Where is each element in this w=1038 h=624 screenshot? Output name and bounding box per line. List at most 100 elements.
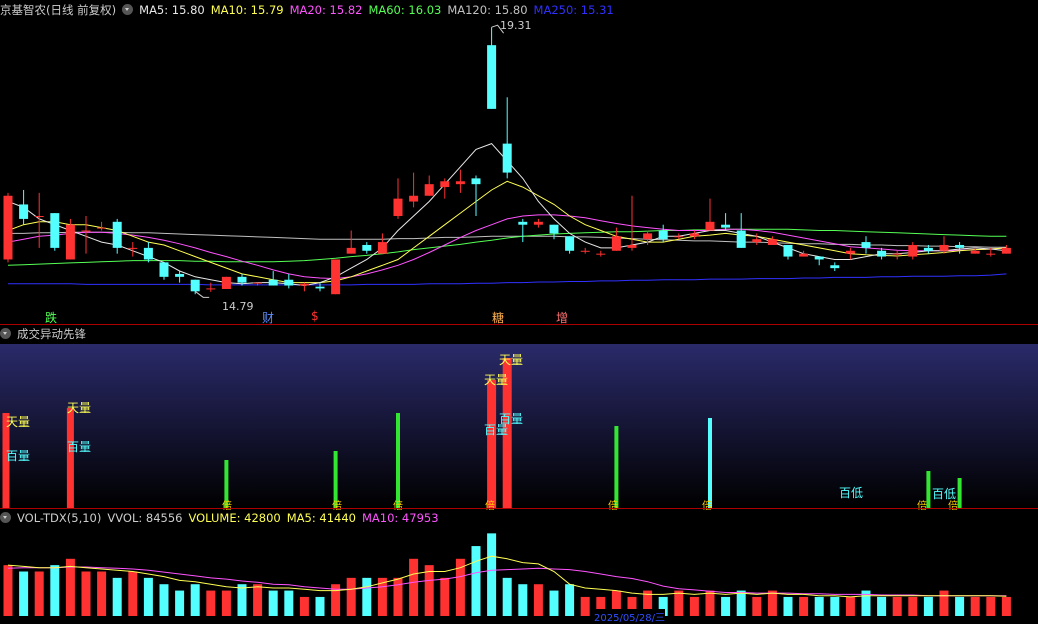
volume-bar bbox=[783, 596, 793, 616]
volume-bar bbox=[346, 577, 356, 616]
indicator-panel[interactable]: 成交异动先锋 天量 百量 天量 百量 天量 天量 百量 百量 百低 百低 倍 倍… bbox=[0, 325, 1038, 512]
volume-bar bbox=[689, 596, 699, 616]
low-price-label: 14.79 bbox=[222, 300, 254, 313]
candle-body-up bbox=[299, 283, 309, 286]
price-title: 京基智农(日线 前复权) bbox=[0, 3, 117, 17]
tian-label: 天量 bbox=[499, 353, 524, 367]
candle-body-up bbox=[611, 236, 621, 251]
volume-bar bbox=[877, 596, 887, 616]
volume-bar bbox=[830, 596, 840, 616]
vvol-value: VVOL: 84556 bbox=[107, 511, 183, 525]
candle-body-up bbox=[627, 244, 637, 248]
volume-bar bbox=[268, 590, 278, 616]
volume-bar bbox=[533, 584, 543, 616]
candle-body-down bbox=[502, 143, 512, 173]
price-panel[interactable]: 京基智农(日线 前复权) MA5: 15.80 MA10: 15.79 MA20: 1… bbox=[0, 0, 1038, 325]
volume-bar bbox=[97, 571, 107, 616]
volume-bar bbox=[237, 584, 247, 616]
dropdown-icon[interactable] bbox=[0, 512, 11, 523]
volume-bar bbox=[190, 584, 200, 616]
volume-bar bbox=[471, 546, 481, 616]
volume-bar bbox=[362, 577, 372, 616]
candle-body-up bbox=[799, 253, 809, 257]
signal-bar bbox=[926, 471, 931, 508]
tian-label: 天量 bbox=[484, 373, 509, 387]
signal-bar bbox=[66, 408, 74, 508]
dropdown-icon[interactable] bbox=[122, 4, 134, 15]
candle-body-up bbox=[845, 250, 855, 254]
ma10-value: MA10: 15.79 bbox=[210, 3, 284, 17]
candle-body-up bbox=[128, 247, 138, 249]
candle-body-down bbox=[112, 221, 122, 248]
volume-bar bbox=[892, 596, 902, 616]
candle-body-down bbox=[565, 236, 575, 251]
volume-bar bbox=[81, 571, 91, 616]
bai-label: 百量 bbox=[6, 449, 31, 463]
volume-bar bbox=[19, 571, 29, 616]
volume-bar bbox=[845, 596, 855, 616]
candle-body-up bbox=[892, 253, 902, 255]
candlestick-chart[interactable] bbox=[0, 0, 1038, 324]
volume-bar bbox=[159, 584, 169, 616]
tian-label: 天量 bbox=[6, 415, 31, 429]
candle-body-up bbox=[674, 236, 684, 238]
volume-bar bbox=[253, 584, 263, 616]
candle-body-up bbox=[424, 184, 434, 196]
volume-bar bbox=[112, 577, 122, 616]
candle-body-down bbox=[315, 286, 325, 289]
volume-bar bbox=[409, 558, 419, 616]
candle-body-up bbox=[970, 250, 980, 254]
candle-body-up bbox=[596, 253, 606, 255]
dropdown-icon[interactable] bbox=[0, 328, 11, 339]
volume-bar bbox=[767, 590, 777, 616]
candle-body-down bbox=[487, 45, 497, 109]
candle-body-down bbox=[814, 256, 824, 260]
candle-body-up bbox=[34, 216, 44, 218]
candle-body-up bbox=[97, 227, 107, 229]
candle-body-down bbox=[736, 230, 746, 248]
volume-bar bbox=[502, 577, 512, 616]
candle-body-down bbox=[471, 178, 481, 185]
volume-bar bbox=[487, 533, 497, 616]
candle-body-up bbox=[986, 253, 996, 255]
candle-body-up bbox=[393, 198, 403, 217]
volume-bar bbox=[221, 590, 231, 616]
volume-bar bbox=[1001, 596, 1011, 616]
volume-bar bbox=[143, 577, 153, 616]
signal-bar bbox=[614, 426, 619, 508]
candle-body-down bbox=[830, 265, 840, 269]
volume-bar bbox=[175, 590, 185, 616]
volume-bar bbox=[50, 565, 60, 616]
candle-body-up bbox=[908, 244, 918, 257]
volume-bar bbox=[908, 596, 918, 616]
candle-body-down bbox=[518, 221, 528, 225]
ma60-value: MA60: 16.03 bbox=[368, 3, 442, 17]
ma120-line bbox=[8, 231, 1007, 248]
indicator-header: 成交异动先锋 bbox=[0, 326, 92, 342]
candle-body-up bbox=[767, 239, 777, 245]
candle-body-down bbox=[175, 273, 185, 277]
candle-body-up bbox=[346, 247, 356, 254]
candle-body-down bbox=[268, 279, 278, 286]
candle-body-up bbox=[253, 282, 263, 284]
candle-body-down bbox=[190, 279, 200, 292]
volume-bar bbox=[128, 571, 138, 616]
signal-bar bbox=[396, 413, 400, 508]
candle-body-up bbox=[409, 195, 419, 202]
candle-body-up bbox=[580, 250, 590, 252]
signal-bar bbox=[957, 478, 962, 508]
signal-bar bbox=[487, 380, 497, 508]
volume-value: VOLUME: 42800 bbox=[188, 511, 281, 525]
high-price-label: 19.31 bbox=[500, 19, 532, 32]
candle-body-up bbox=[331, 259, 341, 295]
event-tag-dollar[interactable]: $ bbox=[311, 309, 319, 323]
candle-body-down bbox=[362, 244, 372, 251]
vol-title: VOL-TDX(5,10) bbox=[17, 511, 102, 525]
volume-bar bbox=[3, 565, 13, 616]
candle-body-down bbox=[284, 279, 294, 286]
volume-panel[interactable]: VOL-TDX(5,10) VVOL: 84556 VOLUME: 42800 MA5… bbox=[0, 509, 1038, 624]
vol-ma10-value: MA10: 47953 bbox=[361, 511, 439, 525]
volume-bar bbox=[440, 577, 450, 616]
volume-bar bbox=[736, 590, 746, 616]
volume-bar bbox=[923, 596, 933, 616]
